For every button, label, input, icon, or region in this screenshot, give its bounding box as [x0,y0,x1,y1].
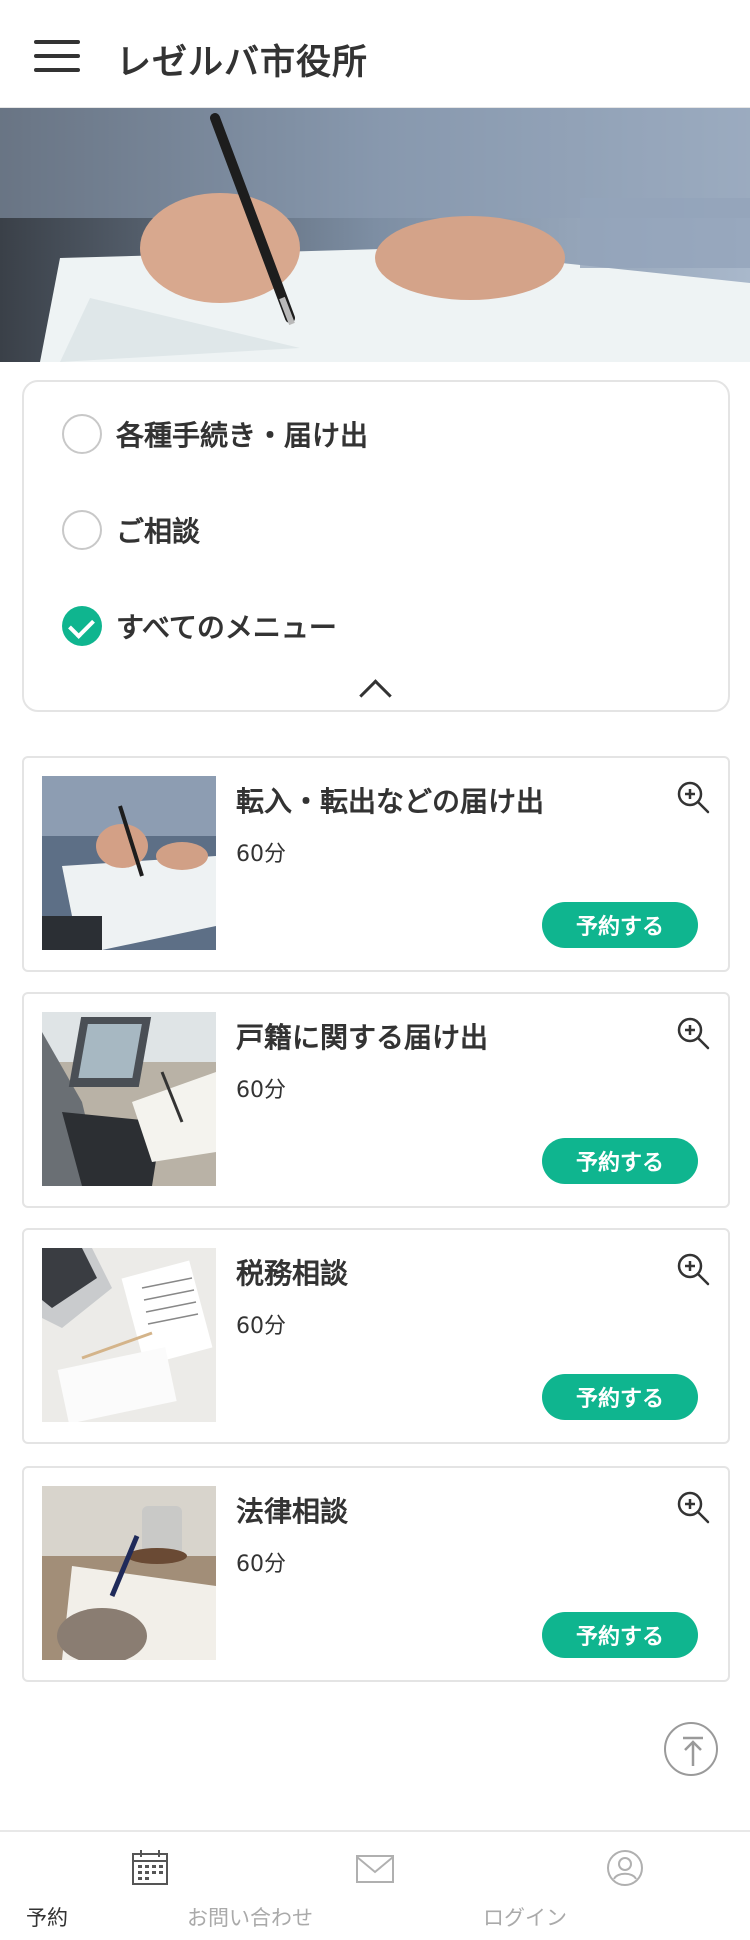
filter-option-all-menu[interactable]: すべてのメニュー [62,604,337,648]
service-card[interactable]: 戸籍に関する届け出 60分 予約する [22,992,730,1208]
filter-panel: 各種手続き・届け出 ご相談 すべてのメニュー [22,380,730,712]
back-to-top-button[interactable] [664,1722,718,1776]
filter-option-procedures[interactable]: 各種手続き・届け出 [62,412,368,456]
app-header: レゼルバ市役所 [0,0,750,108]
service-title: 戸籍に関する届け出 [236,1021,489,1054]
service-card[interactable]: 転入・転出などの届け出 60分 予約する [22,756,730,972]
service-thumbnail [42,776,216,950]
radio-checked-icon[interactable] [62,606,102,646]
nav-item-login[interactable]: ログイン [483,1832,750,1940]
service-duration: 60分 [236,1314,286,1339]
filter-label: ご相談 [116,515,201,548]
service-duration: 60分 [236,1552,286,1577]
filter-label: 各種手続き・届け出 [116,419,369,452]
reserve-button[interactable]: 予約する [542,1138,698,1184]
bottom-navigation: 予約 お問い合わせ ログイン [0,1830,750,1940]
hero-image [0,108,750,362]
radio-unchecked-icon[interactable] [62,510,102,550]
reserve-button[interactable]: 予約する [542,1374,698,1420]
filter-label: すべてのメニュー [116,611,337,644]
nav-label: お問い合わせ [187,1906,313,1930]
mail-icon [355,1848,395,1888]
site-title: レゼルバ市役所 [116,43,369,83]
service-card[interactable]: 法律相談 60分 予約する [22,1466,730,1682]
filter-option-consultation[interactable]: ご相談 [62,508,200,552]
service-thumbnail [42,1486,216,1660]
chevron-up-icon[interactable] [354,676,394,700]
reserve-button[interactable]: 予約する [542,1612,698,1658]
service-duration: 60分 [236,842,286,867]
reserve-button[interactable]: 予約する [542,902,698,948]
service-title: 法律相談 [236,1495,349,1528]
zoom-in-icon[interactable] [676,1016,710,1050]
service-thumbnail [42,1012,216,1186]
service-duration: 60分 [236,1078,286,1103]
service-card[interactable]: 税務相談 60分 予約する [22,1228,730,1444]
nav-label: ログイン [483,1906,567,1930]
arrow-up-icon [683,1736,703,1766]
radio-unchecked-icon[interactable] [62,414,102,454]
service-title: 転入・転出などの届け出 [236,785,545,818]
zoom-in-icon[interactable] [676,780,710,814]
zoom-in-icon[interactable] [676,1252,710,1286]
hamburger-menu-icon[interactable] [34,40,80,72]
service-title: 税務相談 [236,1257,349,1290]
calendar-icon [130,1848,170,1888]
user-icon [605,1848,645,1888]
service-thumbnail [42,1248,216,1422]
zoom-in-icon[interactable] [676,1490,710,1524]
